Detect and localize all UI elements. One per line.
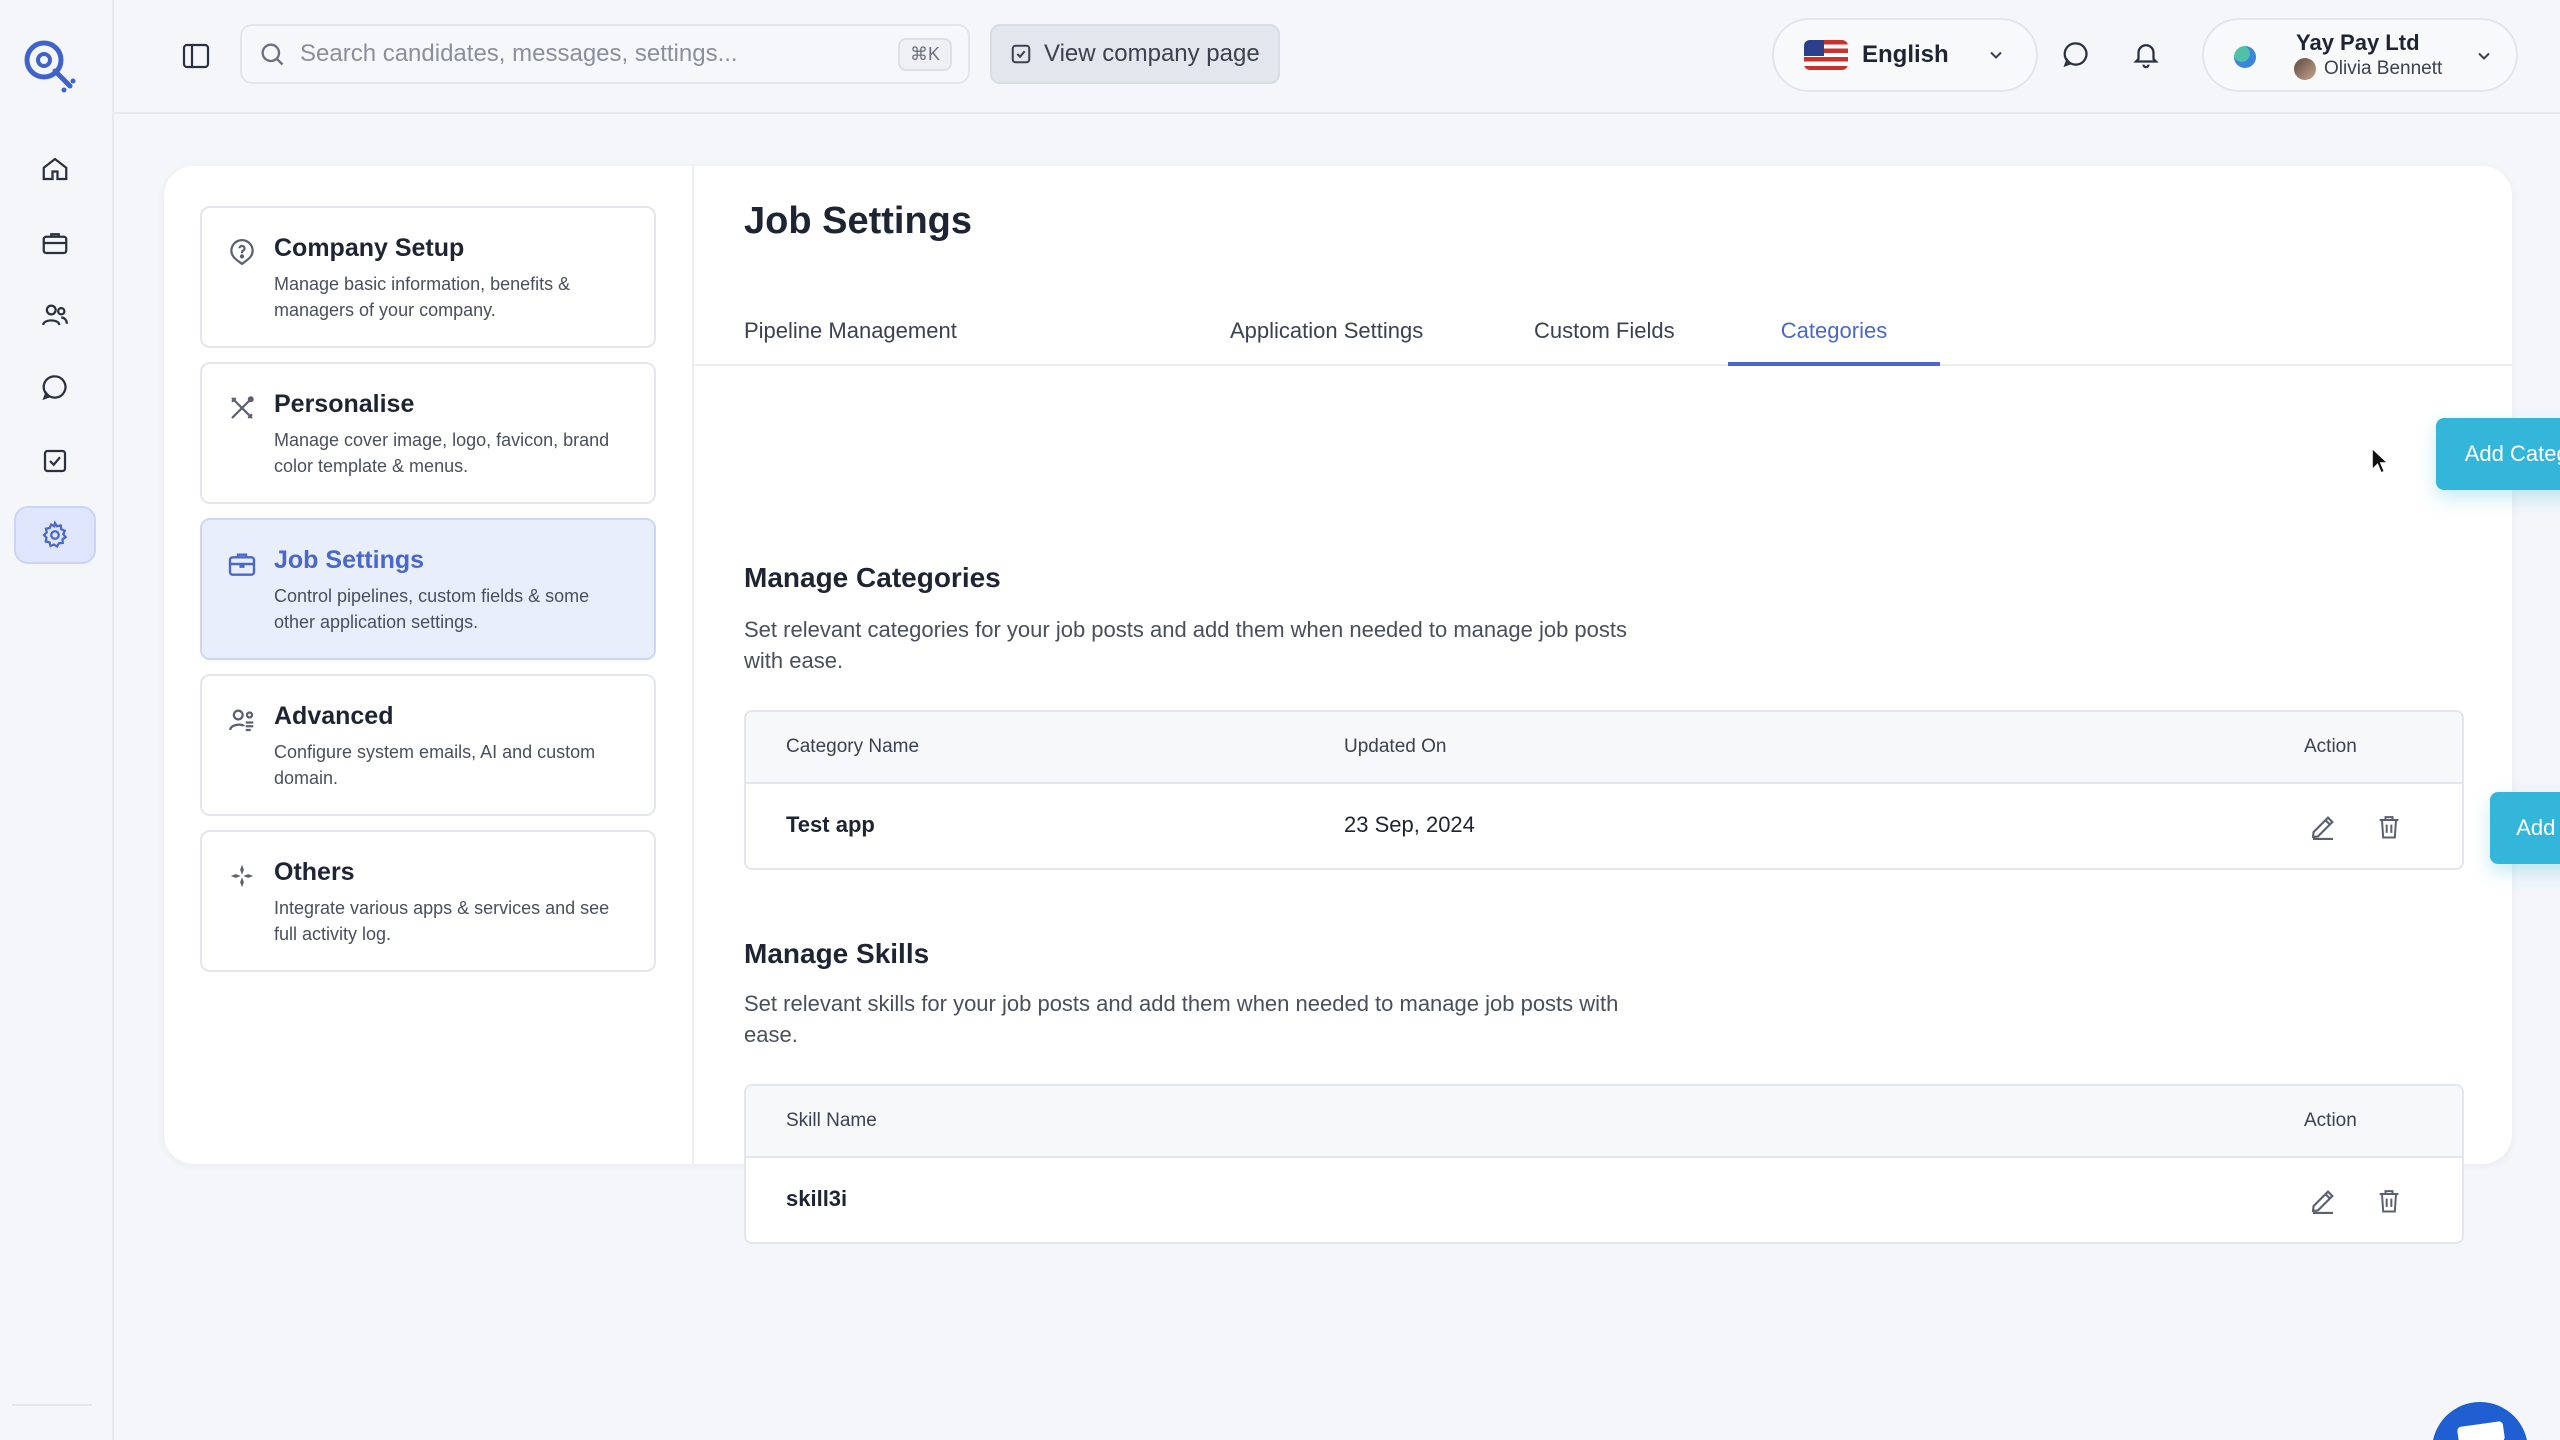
table-header: Skill Name Action <box>746 1086 2462 1158</box>
add-skill-button[interactable]: Add Skill <box>2490 792 2560 864</box>
tab-application-settings[interactable]: Application Settings <box>1230 296 1423 366</box>
user-name: Olivia Bennett <box>2324 58 2443 79</box>
settings-nav-desc: Manage cover image, logo, favicon, brand… <box>274 430 610 476</box>
updated-on: 23 Sep, 2024 <box>1344 812 1475 837</box>
tab-bar: Pipeline Management Application Settings… <box>694 296 2512 366</box>
rail-candidates-button[interactable] <box>14 286 96 344</box>
settings-nav-title: Job Settings <box>274 546 425 574</box>
settings-card: Company Setup Manage basic information, … <box>164 166 2560 1244</box>
chat-icon <box>2063 42 2088 68</box>
column-header: Action <box>2304 736 2357 757</box>
search-icon <box>261 43 284 66</box>
settings-nav-title: Personalise <box>274 390 415 418</box>
settings-nav-personalise[interactable]: Personalise Manage cover image, logo, fa… <box>200 362 656 504</box>
sidebar-toggle-icon <box>182 43 210 69</box>
mouse-cursor-icon <box>2371 446 2390 475</box>
settings-nav-desc: Configure system emails, AI and custom d… <box>274 742 596 788</box>
table-row: Test app 23 Sep, 2024 <box>746 784 2462 868</box>
checkbox-icon <box>1011 44 1031 64</box>
pencil-icon <box>2311 816 2334 840</box>
settings-nav-job-settings[interactable]: Job Settings Control pipelines, custom f… <box>200 518 656 660</box>
settings-nav-title: Company Setup <box>274 234 465 262</box>
manage-categories-title: Manage Categories <box>744 562 1001 593</box>
account-menu[interactable]: Yay Pay Ltd Olivia Bennett <box>2202 18 2518 92</box>
settings-nav-advanced[interactable]: Advanced Configure system emails, AI and… <box>200 674 656 816</box>
brush-ruler-icon <box>231 396 254 419</box>
table-row: skill3i <box>746 1158 2462 1242</box>
manage-categories-desc: Set relevant categories for your job pos… <box>744 617 1628 673</box>
settings-nav-desc: Manage basic information, benefits & man… <box>274 274 571 320</box>
skills-table: Skill Name Action skill3i <box>744 1084 2464 1244</box>
chat-widget-icon <box>2456 1420 2506 1440</box>
tab-pipeline-management[interactable]: Pipeline Management <box>744 296 957 366</box>
delete-category-button[interactable] <box>2372 810 2406 844</box>
column-header: Updated On <box>1344 736 1447 757</box>
view-company-page-label: View company page <box>1044 40 1260 67</box>
column-header: Skill Name <box>786 1110 877 1131</box>
rail-jobs-button[interactable] <box>14 214 96 272</box>
search-shortcut-badge: ⌘K <box>897 37 952 71</box>
checklist-icon <box>43 449 67 473</box>
us-flag-icon <box>1804 40 1848 70</box>
rail-tasks-button[interactable] <box>14 432 96 490</box>
settings-nav-desc: Control pipelines, custom fields & some … <box>274 586 590 632</box>
chevron-down-icon <box>2478 52 2490 60</box>
home-icon <box>42 157 68 181</box>
settings-nav-title: Advanced <box>274 702 394 730</box>
tab-categories[interactable]: Categories <box>1728 296 1940 366</box>
users-icon <box>42 304 68 326</box>
manage-skills-title: Manage Skills <box>744 938 930 969</box>
add-category-button[interactable]: Add Category <box>2436 418 2560 490</box>
user-gear-icon <box>229 709 254 732</box>
table-header: Category Name Updated On Action <box>746 712 2462 784</box>
column-header: Category Name <box>786 736 920 757</box>
rail-home-button[interactable] <box>14 140 96 198</box>
messages-button[interactable] <box>2056 34 2096 74</box>
category-name: Test app <box>786 812 875 837</box>
briefcase-icon <box>42 233 68 255</box>
top-bar: Search candidates, messages, settings...… <box>114 0 2560 114</box>
skill-name: skill3i <box>786 1186 848 1211</box>
question-badge-icon <box>230 239 254 266</box>
left-rail <box>0 0 114 1440</box>
settings-nav-company-setup[interactable]: Company Setup Manage basic information, … <box>200 206 656 348</box>
sparkles-icon <box>230 864 254 888</box>
sidebar-toggle-button[interactable] <box>174 36 218 76</box>
tab-custom-fields[interactable]: Custom Fields <box>1534 296 1675 366</box>
page-title: Job Settings <box>744 200 973 242</box>
search-input[interactable]: Search candidates, messages, settings... <box>300 40 898 68</box>
app-logo-icon[interactable] <box>18 34 82 98</box>
language-selector[interactable]: English <box>1772 18 2038 92</box>
rail-divider <box>12 1404 92 1406</box>
settings-nav-title: Others <box>274 858 355 886</box>
notifications-button[interactable] <box>2126 34 2166 74</box>
bell-icon <box>2133 44 2159 69</box>
column-header: Action <box>2304 1110 2357 1131</box>
settings-nav-others[interactable]: Others Integrate various apps & services… <box>200 830 656 972</box>
rail-settings-button[interactable] <box>14 506 96 564</box>
edit-skill-button[interactable] <box>2306 1184 2340 1218</box>
support-chat-button[interactable] <box>2432 1402 2528 1440</box>
edit-category-button[interactable] <box>2306 810 2340 844</box>
chat-icon <box>42 375 67 401</box>
settings-nav: Company Setup Manage basic information, … <box>200 206 656 986</box>
search-bar[interactable]: Search candidates, messages, settings...… <box>240 24 970 84</box>
chevron-down-icon <box>1990 51 2002 59</box>
pencil-icon <box>2311 1190 2334 1214</box>
company-logo-icon <box>2234 46 2256 68</box>
company-name: Yay Pay Ltd <box>2296 30 2420 55</box>
trash-icon <box>2379 1190 2399 1213</box>
language-label: English <box>1862 41 1949 68</box>
trash-icon <box>2379 816 2399 839</box>
gear-icon <box>42 520 68 549</box>
categories-table: Category Name Updated On Action Test app… <box>744 710 2464 870</box>
job-settings-content: Job Settings Pipeline Management Applica… <box>694 166 2560 1244</box>
manage-skills-desc: Set relevant skills for your job posts a… <box>744 991 1619 1047</box>
rail-messages-button[interactable] <box>14 358 96 416</box>
settings-nav-desc: Integrate various apps & services and se… <box>274 898 610 944</box>
view-company-page-button[interactable]: View company page <box>990 24 1280 84</box>
delete-skill-button[interactable] <box>2372 1184 2406 1218</box>
avatar <box>2294 58 2316 80</box>
briefcase-icon <box>228 553 256 576</box>
